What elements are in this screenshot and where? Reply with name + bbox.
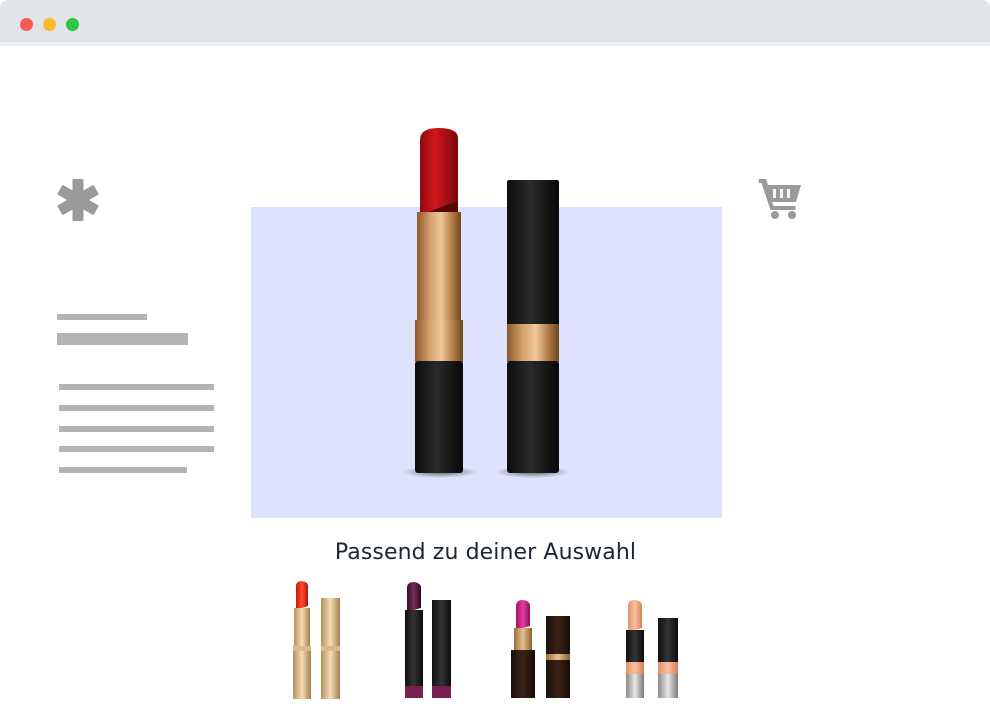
browser-window: Passend zu deiner Auswahl bbox=[0, 0, 990, 720]
recommendation-item[interactable] bbox=[278, 578, 358, 702]
close-window-button[interactable] bbox=[20, 18, 33, 31]
skeleton-line bbox=[59, 405, 214, 411]
recommendation-item[interactable] bbox=[616, 578, 696, 702]
skeleton-line bbox=[59, 426, 214, 432]
hero-product-image[interactable] bbox=[380, 120, 600, 490]
title-bar bbox=[0, 0, 990, 46]
skeleton-line bbox=[57, 333, 188, 345]
skeleton-line bbox=[59, 446, 214, 452]
maximize-window-button[interactable] bbox=[66, 18, 79, 31]
skeleton-line bbox=[57, 314, 147, 320]
shopping-cart-icon[interactable] bbox=[758, 176, 804, 220]
skeleton-line bbox=[59, 467, 187, 473]
asterisk-logo-icon[interactable] bbox=[56, 178, 100, 222]
recommendation-item[interactable] bbox=[392, 578, 472, 702]
minimize-window-button[interactable] bbox=[43, 18, 56, 31]
skeleton-line bbox=[59, 384, 214, 390]
recommendation-item[interactable] bbox=[503, 578, 583, 702]
recommendations-title: Passend zu deiner Auswahl bbox=[334, 540, 637, 565]
